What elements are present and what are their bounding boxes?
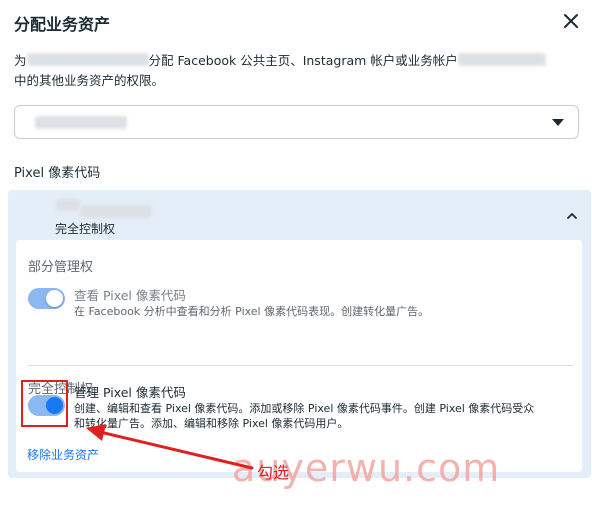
redacted-selected-asset bbox=[35, 116, 127, 129]
dialog-description: 为 分配 Facebook 公共主页、Instagram 帐户或业务帐户 中的其他… bbox=[14, 51, 584, 91]
manage-pixel-permission-name: 管理 Pixel 像素代码 bbox=[74, 385, 186, 400]
remove-asset-link[interactable]: 移除业务资产 bbox=[27, 446, 99, 463]
redacted-user-name bbox=[26, 53, 149, 66]
redacted-business-name bbox=[457, 53, 546, 66]
description-prefix: 为 bbox=[14, 53, 27, 68]
permission-card: 部分管理权 查看 Pixel 像素代码 在 Facebook 分析中查看和分析 … bbox=[16, 240, 582, 472]
redacted-asset-name bbox=[80, 205, 152, 218]
redacted-asset-icon bbox=[56, 199, 80, 211]
dialog-title: 分配业务资产 bbox=[14, 15, 111, 34]
divider bbox=[28, 365, 573, 366]
current-role-label: 完全控制权 bbox=[55, 222, 116, 236]
partial-access-title: 部分管理权 bbox=[28, 260, 94, 275]
asset-type-label: Pixel 像素代码 bbox=[14, 166, 101, 181]
description-suffix: 中的其他业务资产的权限。 bbox=[14, 73, 165, 88]
annotation-label: 勾选 bbox=[257, 463, 290, 482]
close-icon[interactable] bbox=[560, 10, 582, 32]
view-pixel-permission-name: 查看 Pixel 像素代码 bbox=[74, 288, 186, 303]
manage-pixel-desc-line2: 和转化量广告。添加、编辑和移除 Pixel 像素代码用户。 bbox=[74, 417, 349, 430]
view-pixel-permission-desc: 在 Facebook 分析中查看和分析 Pixel 像素代码表现。创建转化量广告… bbox=[74, 305, 430, 318]
asset-select[interactable] bbox=[14, 105, 579, 139]
annotation-highlight-box bbox=[21, 380, 68, 427]
description-middle: 分配 Facebook 公共主页、Instagram 帐户或业务帐户 bbox=[148, 53, 458, 68]
asset-permission-panel: 完全控制权 部分管理权 查看 Pixel 像素代码 在 Facebook 分析中… bbox=[8, 190, 591, 478]
view-pixel-toggle[interactable] bbox=[28, 288, 65, 309]
manage-pixel-desc-line1: 创建、编辑和查看 Pixel 像素代码。添加或移除 Pixel 像素代码事件。创… bbox=[74, 402, 535, 415]
manage-pixel-permission-desc: 创建、编辑和查看 Pixel 像素代码。添加或移除 Pixel 像素代码事件。创… bbox=[74, 401, 574, 431]
caret-down-icon bbox=[552, 119, 564, 126]
chevron-up-icon[interactable] bbox=[565, 209, 579, 223]
toggle-knob bbox=[46, 290, 63, 307]
